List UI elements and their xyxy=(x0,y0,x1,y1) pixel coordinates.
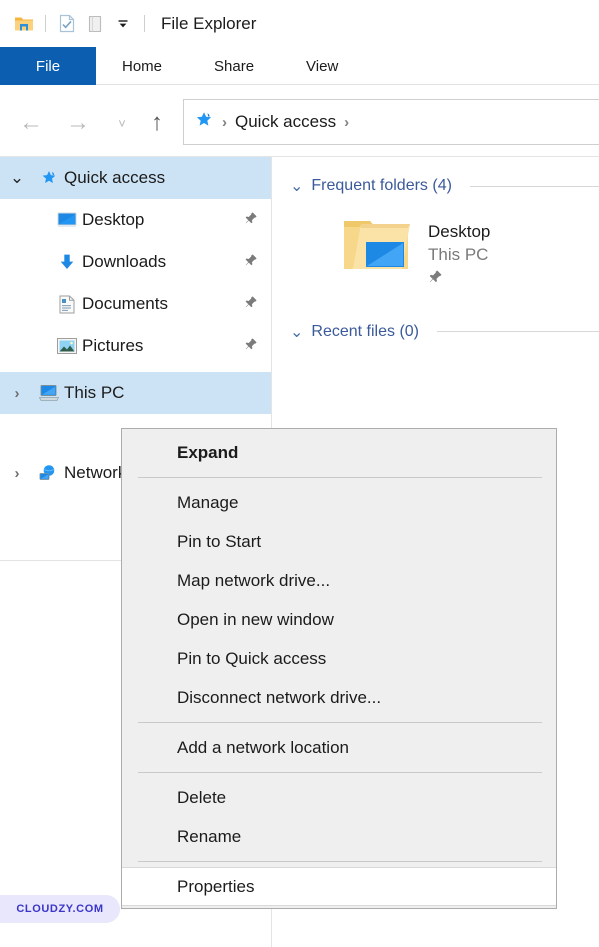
menu-item-map-network-drive[interactable]: Map network drive... xyxy=(122,561,556,600)
pin-icon[interactable] xyxy=(428,269,490,289)
watermark-label: CLOUDZY.COM xyxy=(16,903,104,915)
group-header-recent-files[interactable]: ⌄ Recent files (0) xyxy=(272,315,599,349)
sidebar-item-quick-access[interactable]: ⌄ Quick access xyxy=(0,157,272,199)
quick-access-toolbar xyxy=(0,10,152,38)
downloads-arrow-icon xyxy=(52,253,82,271)
tab-share[interactable]: Share xyxy=(188,47,280,85)
pin-icon[interactable] xyxy=(244,210,258,230)
menu-item-delete[interactable]: Delete xyxy=(122,778,556,817)
this-pc-computer-icon xyxy=(34,384,64,402)
menu-item-rename[interactable]: Rename xyxy=(122,817,556,856)
checkbox-document-icon[interactable] xyxy=(53,10,81,38)
file-explorer-window: File Explorer File Home Share View ← → ˅… xyxy=(0,0,599,947)
sidebar-item-label: Documents xyxy=(82,294,168,313)
quick-access-star-icon xyxy=(194,110,214,135)
chevron-right-icon[interactable]: › xyxy=(0,385,34,402)
back-button[interactable]: ← xyxy=(14,106,48,140)
sidebar-item-label: Pictures xyxy=(82,336,144,355)
desktop-monitor-icon xyxy=(52,212,82,228)
menu-item-disconnect-network-drive[interactable]: Disconnect network drive... xyxy=(122,678,556,717)
group-header-rule xyxy=(437,331,599,333)
folder-tile-subtitle: This PC xyxy=(428,244,489,264)
sidebar-item-pictures[interactable]: Pictures xyxy=(0,325,272,367)
tab-home[interactable]: Home xyxy=(96,47,188,85)
group-header-label: Frequent folders (4) xyxy=(311,177,452,194)
group-header-rule xyxy=(469,185,599,187)
address-bar[interactable]: › Quick access › xyxy=(183,99,599,145)
folder-tile-title: Desktop xyxy=(428,222,491,241)
menu-item-pin-to-quick-access[interactable]: Pin to Quick access xyxy=(122,639,556,678)
chevron-right-icon[interactable]: › xyxy=(0,465,34,482)
up-arrow-icon: ↑ xyxy=(151,109,163,136)
pictures-photo-icon xyxy=(52,338,82,354)
title-divider xyxy=(144,15,145,32)
title-bar: File Explorer xyxy=(0,0,599,47)
sidebar-item-label: Downloads xyxy=(82,252,167,271)
folder-tile-desktop[interactable]: Desktop This PC xyxy=(272,215,599,289)
group-header-label: Recent files (0) xyxy=(311,322,419,340)
forward-arrow-icon: → xyxy=(66,109,90,136)
ribbon-tabs: File Home Share View xyxy=(0,47,599,85)
tab-view[interactable]: View xyxy=(280,47,364,85)
menu-item-manage[interactable]: Manage xyxy=(122,483,556,522)
recent-locations-button[interactable]: ˅ xyxy=(105,106,139,140)
group-header-frequent-folders[interactable]: ⌄ Frequent folders (4) xyxy=(272,169,599,203)
sidebar-item-label: Network xyxy=(64,463,127,482)
breadcrumb-separator: › xyxy=(222,113,227,131)
sidebar-item-downloads[interactable]: Downloads xyxy=(0,241,272,283)
watermark-badge: CLOUDZY.COM xyxy=(0,895,120,923)
folder-tile-text: Desktop This PC xyxy=(428,215,490,289)
desktop-folder-icon xyxy=(340,215,412,282)
window-title: File Explorer xyxy=(161,13,257,33)
sidebar-item-label: Quick access xyxy=(64,168,166,187)
context-menu: Expand Manage Pin to Start Map network d… xyxy=(121,428,557,909)
chevron-down-icon: ˅ xyxy=(118,115,126,131)
tab-file[interactable]: File xyxy=(0,47,96,85)
sidebar-item-this-pc[interactable]: › This PC xyxy=(0,372,272,414)
back-arrow-icon: ← xyxy=(19,109,43,136)
toolbar-divider xyxy=(45,15,46,32)
chevron-down-icon[interactable]: ⌄ xyxy=(290,322,303,342)
folder-app-icon[interactable] xyxy=(10,10,38,38)
sidebar-item-documents[interactable]: Documents xyxy=(0,283,272,325)
menu-separator xyxy=(138,772,542,773)
menu-item-expand[interactable]: Expand xyxy=(122,433,556,472)
sidebar-item-desktop[interactable]: Desktop xyxy=(0,199,272,241)
menu-separator xyxy=(138,722,542,723)
pin-icon[interactable] xyxy=(244,336,258,356)
documents-page-icon xyxy=(52,295,82,314)
chevron-down-icon[interactable]: ⌄ xyxy=(290,176,303,196)
quick-access-star-icon xyxy=(34,169,64,187)
menu-item-properties[interactable]: Properties xyxy=(122,867,556,906)
chevron-down-icon[interactable]: ⌄ xyxy=(0,168,34,188)
network-globe-icon xyxy=(34,464,64,482)
pin-icon[interactable] xyxy=(244,294,258,314)
menu-item-add-network-location[interactable]: Add a network location xyxy=(122,728,556,767)
menu-separator xyxy=(138,477,542,478)
chevron-down-icon[interactable] xyxy=(109,10,137,38)
new-folder-icon[interactable] xyxy=(81,10,109,38)
sidebar-item-label: Desktop xyxy=(82,210,145,229)
pin-icon[interactable] xyxy=(244,252,258,272)
sidebar-item-label: This PC xyxy=(64,383,125,402)
breadcrumb-quick-access[interactable]: Quick access xyxy=(235,112,336,132)
menu-separator xyxy=(138,861,542,862)
menu-item-pin-to-start[interactable]: Pin to Start xyxy=(122,522,556,561)
breadcrumb-separator-end[interactable]: › xyxy=(344,114,349,131)
forward-button[interactable]: → xyxy=(61,106,95,140)
up-button[interactable]: ↑ xyxy=(140,106,174,140)
menu-item-open-in-new-window[interactable]: Open in new window xyxy=(122,600,556,639)
